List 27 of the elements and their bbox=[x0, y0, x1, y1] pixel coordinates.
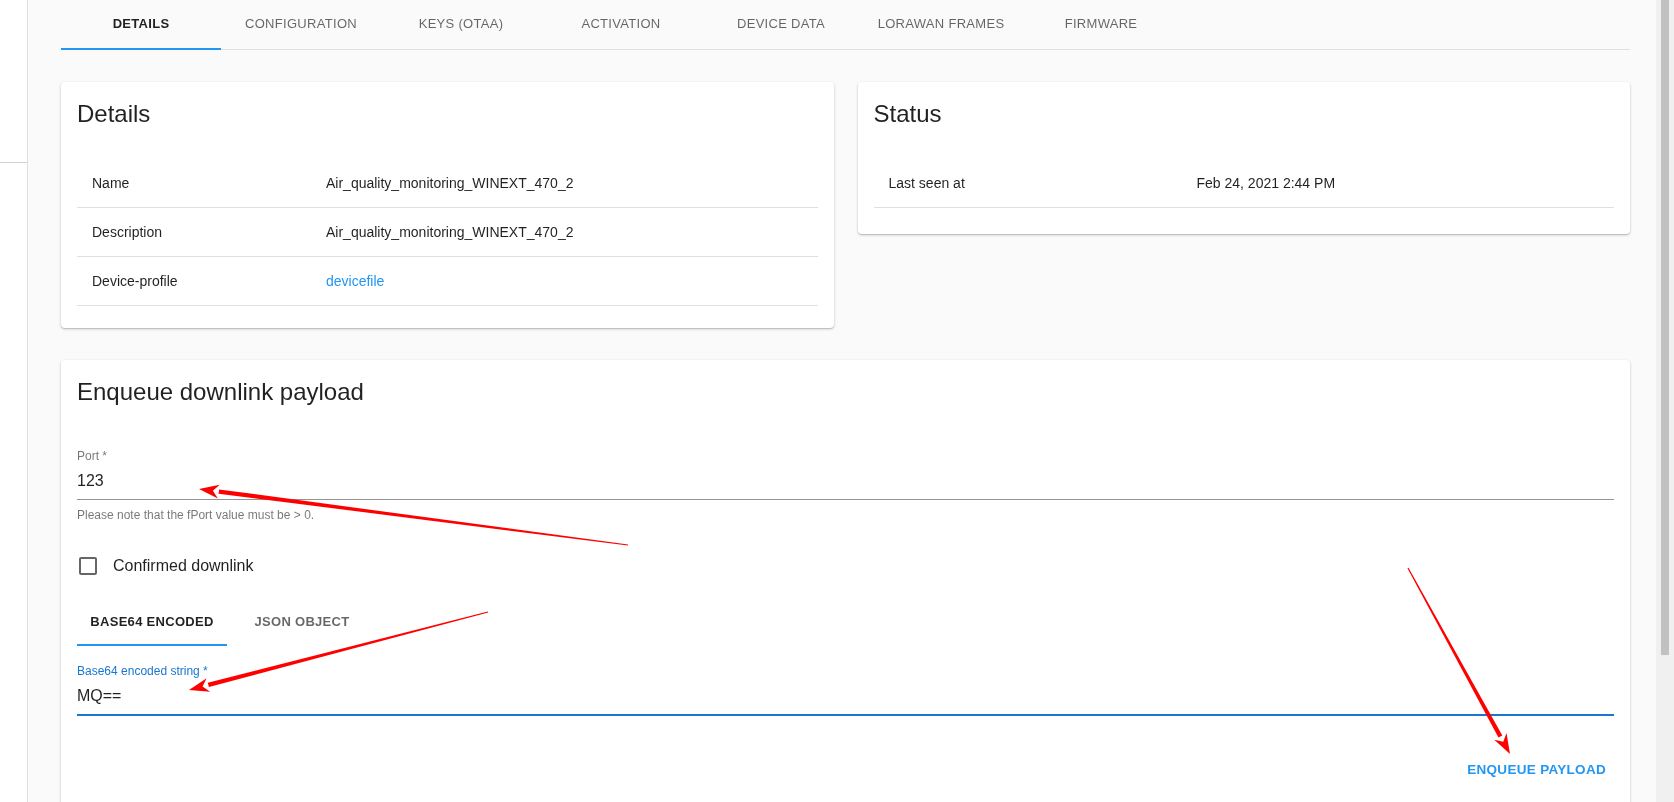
tab[interactable]: CONFIGURATION bbox=[221, 0, 381, 50]
tab[interactable]: KEYS (OTAA) bbox=[381, 0, 541, 50]
scrollbar[interactable] bbox=[1656, 0, 1674, 802]
field-label: Last seen at bbox=[887, 173, 966, 193]
checkbox[interactable] bbox=[79, 557, 97, 576]
tab[interactable]: LORAWAN FRAMES bbox=[861, 0, 1021, 50]
tab[interactable]: FIRMWARE bbox=[1021, 0, 1181, 50]
helper-text: Please note that the fPort value must be > 0. bbox=[77, 507, 316, 525]
tab[interactable]: DETAILS bbox=[61, 0, 221, 50]
card-title: Enqueue downlink payload bbox=[77, 377, 365, 408]
card-title: Status bbox=[873, 99, 943, 129]
field-label: Description bbox=[91, 222, 164, 242]
checkbox-label: Confirmed downlink bbox=[113, 556, 254, 577]
field-label: Port * bbox=[77, 448, 108, 466]
card-title: Details bbox=[77, 99, 152, 129]
field-label: Device-profile bbox=[91, 271, 179, 291]
field-label: Name bbox=[91, 173, 131, 193]
field-value: Feb 24, 2021 2:44 PM bbox=[1196, 173, 1336, 193]
tab[interactable]: DEVICE DATA bbox=[701, 0, 861, 50]
enqueue-payload-button[interactable]: ENQUEUE PAYLOAD bbox=[1459, 753, 1614, 787]
field-value: Air_quality_monitoring_WINEXT_470_2 bbox=[326, 222, 574, 242]
field-label: Base64 encoded string * bbox=[77, 662, 209, 680]
tab[interactable]: ACTIVATION bbox=[541, 0, 701, 50]
profile-link[interactable]: devicefile bbox=[326, 270, 385, 292]
field-value: Air_quality_monitoring_WINEXT_470_2 bbox=[326, 173, 574, 193]
tab[interactable]: JSON OBJECT bbox=[227, 600, 377, 646]
tab[interactable]: BASE64 ENCODED bbox=[77, 600, 227, 646]
